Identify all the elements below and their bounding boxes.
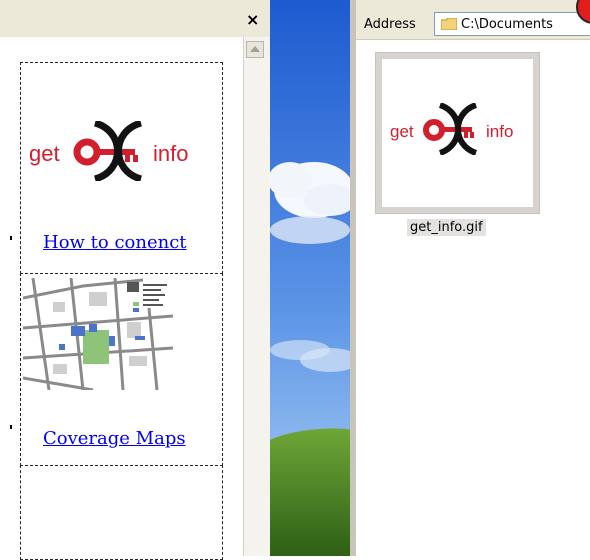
get-info-logo: get info [29, 121, 188, 181]
file-thumbnail[interactable]: get info [375, 52, 540, 214]
coverage-map-thumbnail[interactable] [23, 278, 173, 390]
desktop-background [270, 0, 356, 556]
marker [10, 236, 12, 240]
vertical-scrollbar[interactable] [243, 37, 270, 556]
scroll-up-button[interactable] [246, 41, 264, 58]
thumbnail-canvas: get info [382, 59, 533, 207]
logo-text-right: info [486, 122, 513, 141]
chevron-up-icon [250, 46, 260, 52]
address-path: C:\Documents [461, 17, 553, 32]
pane-header: × [0, 0, 270, 37]
close-icon[interactable]: × [246, 12, 259, 28]
address-bar: Address C:\Documents [356, 0, 590, 40]
table-cell-coverage: Coverage Maps [20, 273, 223, 466]
get-info-logo: get info [390, 103, 513, 155]
marker [10, 425, 12, 429]
table-cell-empty[interactable] [20, 465, 223, 560]
logo-text-right: info [153, 141, 188, 166]
how-to-connect-link[interactable]: How to conenct [43, 232, 187, 253]
address-label: Address [364, 17, 416, 32]
editor-pane: × get info How to conenct Coverage Maps [0, 0, 270, 560]
address-input[interactable]: C:\Documents [434, 12, 590, 36]
desktop-wallpaper [270, 0, 356, 556]
folder-icon [441, 18, 457, 30]
table-cell-info: get info How to conenct [20, 62, 223, 274]
explorer-window: Address C:\Documents get info get_info.g… [356, 0, 590, 556]
coverage-maps-link[interactable]: Coverage Maps [43, 428, 186, 449]
file-name-label[interactable]: get_info.gif [407, 219, 486, 236]
logo-text-left: get [390, 122, 414, 141]
logo-text-left: get [29, 141, 60, 166]
